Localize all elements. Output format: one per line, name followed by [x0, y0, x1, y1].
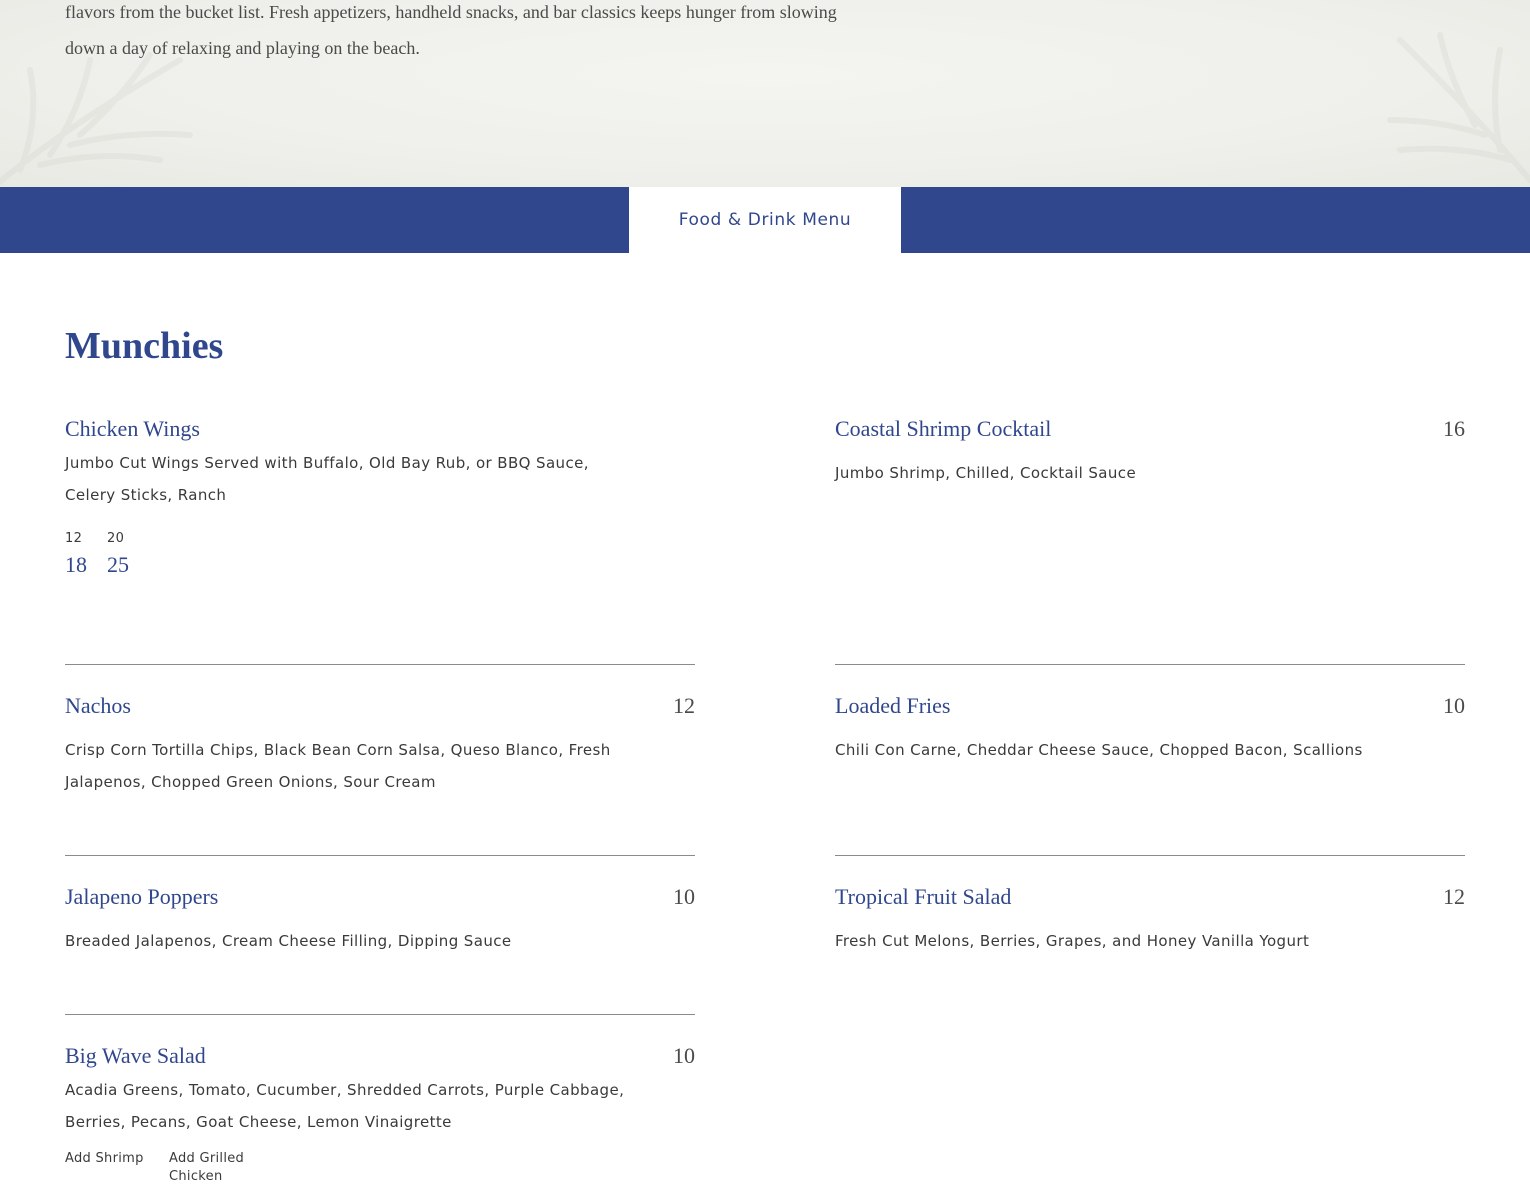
size-label: 20 [107, 531, 125, 546]
menu-item-big-wave-salad: Big Wave Salad 10 Acadia Greens, Tomato,… [65, 1042, 695, 1189]
item-description: Jumbo Shrimp, Chilled, Cocktail Sauce [835, 464, 1137, 482]
size-price: 18 [65, 552, 87, 577]
menu-item-fruit-salad: Tropical Fruit Salad 12 Fresh Cut Melons… [835, 883, 1465, 973]
item-price: 10 [1443, 693, 1465, 718]
item-description: Crisp Corn Tortilla Chips, Black Bean Co… [65, 741, 611, 791]
size-option: 12 18 [65, 531, 87, 580]
item-name: Jalapeno Poppers [65, 884, 219, 909]
item-price: 10 [673, 1043, 695, 1068]
item-name: Loaded Fries [835, 693, 951, 718]
item-description: Breaded Jalapenos, Cream Cheese Filling,… [65, 932, 512, 950]
item-price: 16 [1443, 416, 1465, 441]
divider [835, 664, 1465, 665]
item-price: 10 [673, 884, 695, 909]
menu-item-loaded-fries: Loaded Fries 10 Chili Con Carne, Cheddar… [835, 692, 1465, 782]
size-price: 25 [107, 552, 129, 577]
tab-food-drink-menu[interactable]: Food & Drink Menu [629, 187, 901, 253]
menu-item-jalapeno-poppers: Jalapeno Poppers 10 Breaded Jalapenos, C… [65, 883, 695, 973]
addon-options: Add Shrimp Add Grilled Chicken [65, 1150, 253, 1186]
divider [65, 855, 695, 856]
hero-description: flavors from the bucket list. Fresh appe… [65, 2, 837, 58]
item-price: 12 [1443, 884, 1465, 909]
divider [65, 1014, 695, 1015]
size-label: 12 [65, 531, 83, 546]
item-description: Fresh Cut Melons, Berries, Grapes, and H… [835, 932, 1310, 950]
item-description: Jumbo Cut Wings Served with Buffalo, Old… [65, 454, 589, 504]
menu-item-shrimp-cocktail: Coastal Shrimp Cocktail 16 Jumbo Shrimp,… [835, 415, 1465, 505]
item-description: Acadia Greens, Tomato, Cucumber, Shredde… [65, 1081, 625, 1131]
addon-option: Add Grilled Chicken [169, 1151, 245, 1184]
divider [65, 664, 695, 665]
item-name: Coastal Shrimp Cocktail [835, 416, 1052, 441]
item-name: Chicken Wings [65, 416, 200, 441]
item-description: Chili Con Carne, Cheddar Cheese Sauce, C… [835, 741, 1363, 759]
menu-item-nachos: Nachos 12 Crisp Corn Tortilla Chips, Bla… [65, 692, 695, 802]
item-price: 12 [673, 693, 695, 718]
item-name: Tropical Fruit Salad [835, 884, 1012, 909]
item-name: Big Wave Salad [65, 1043, 206, 1068]
palm-leaf-decoration [1387, 32, 1530, 183]
size-options: 12 18 20 25 [65, 531, 129, 580]
item-name: Nachos [65, 693, 131, 718]
addon-option: Add Shrimp [65, 1151, 144, 1166]
hero-banner: flavors from the bucket list. Fresh appe… [0, 0, 1530, 187]
divider [835, 855, 1465, 856]
size-option: 20 25 [107, 531, 129, 580]
menu-tab-bar: Food & Drink Menu [0, 187, 1530, 253]
section-title: Munchies [65, 325, 224, 367]
menu-item-chicken-wings: Chicken Wings Jumbo Cut Wings Served wit… [65, 415, 695, 595]
